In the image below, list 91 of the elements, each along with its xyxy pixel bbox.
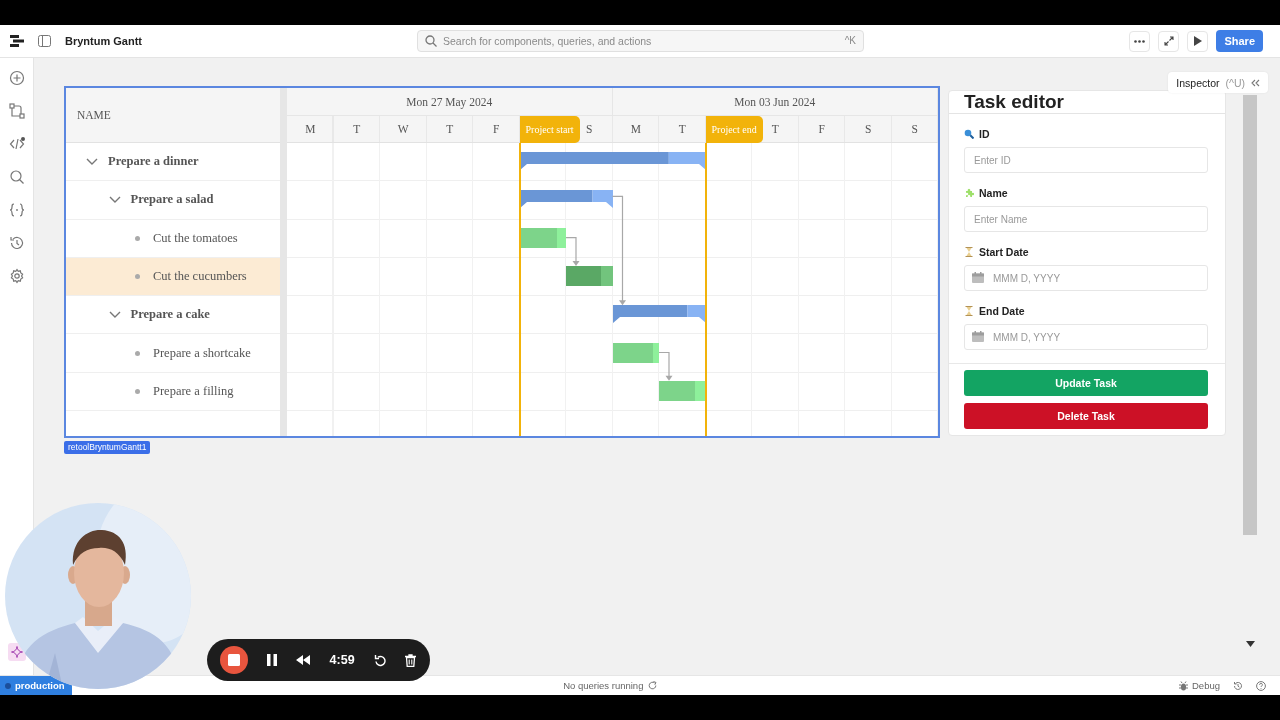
share-button[interactable]: Share (1216, 30, 1263, 52)
input-field[interactable]: Enter ID (964, 147, 1208, 173)
day-header: M (629, 122, 642, 137)
fullscreen-button[interactable] (1158, 30, 1180, 52)
rewind-icon[interactable] (296, 655, 311, 665)
stop-button[interactable] (220, 646, 248, 674)
stop-icon (228, 654, 240, 666)
chevron-down-icon[interactable] (108, 196, 121, 204)
summary-bar[interactable] (612, 305, 706, 324)
environment-badge[interactable]: production (0, 676, 72, 695)
chevron-down-icon[interactable] (108, 311, 121, 319)
more-icon (1134, 39, 1146, 43)
search-icon (964, 129, 974, 139)
hourglass-icon (964, 306, 974, 316)
task-name: Prepare a shortcake (153, 345, 251, 361)
day-header: T (445, 122, 455, 137)
task-row[interactable]: Cut the cucumbers (66, 257, 280, 297)
bullet-icon (134, 235, 140, 241)
column-header[interactable]: NAME (66, 88, 280, 143)
task-name: Cut the cucumbers (153, 269, 247, 285)
puzzle-icon (964, 188, 974, 198)
inspector-toggle[interactable]: Inspector (^U) (1168, 72, 1268, 93)
logo-icon[interactable] (10, 34, 24, 48)
bullet-icon (134, 274, 140, 280)
calendar-icon (972, 331, 984, 342)
task-name: Prepare a salad (130, 192, 214, 208)
day-header: T (352, 122, 362, 137)
preview-button[interactable] (1187, 30, 1209, 52)
scroll-down-icon[interactable] (1246, 641, 1255, 647)
chevron-down-icon[interactable] (86, 158, 98, 166)
double-chevron-left-icon (1251, 78, 1260, 87)
query-status: No queries running (563, 680, 644, 691)
bullet-icon (134, 388, 140, 394)
braces-icon[interactable] (8, 202, 25, 218)
expand-icon (1163, 36, 1174, 46)
task-name: Prepare a dinner (108, 154, 199, 170)
bullet-icon (134, 350, 140, 356)
assistant-button[interactable] (7, 643, 26, 661)
shortcut-hint: ^K (844, 35, 856, 46)
search-icon (425, 35, 437, 47)
delete-button[interactable]: Delete Task (964, 403, 1208, 429)
component-tag[interactable]: retoolBryntumGantt1 (64, 441, 151, 454)
search-icon[interactable] (8, 169, 25, 185)
day-header: F (817, 122, 826, 137)
trash-icon[interactable] (404, 653, 416, 667)
field-label: ID (979, 128, 990, 140)
date-field[interactable]: MMM D, YYYY (964, 324, 1208, 350)
recording-time: 4:59 (329, 653, 355, 667)
day-header: W (396, 122, 410, 137)
more-button[interactable] (1129, 30, 1151, 52)
dependency-arrow (658, 351, 673, 381)
field-label: End Date (979, 305, 1025, 317)
week-header: Mon 03 Jun 2024 (612, 88, 938, 115)
code-icon[interactable] (8, 136, 25, 152)
field-label: Name (979, 187, 1008, 199)
day-header: S (910, 122, 919, 137)
marker-label: Project start (519, 116, 580, 143)
input-field[interactable]: Enter Name (964, 206, 1208, 232)
task-name: Prepare a cake (130, 307, 210, 323)
workflow-icon[interactable] (8, 103, 25, 119)
task-bar[interactable] (566, 265, 613, 286)
add-icon[interactable] (8, 70, 25, 86)
calendar-icon (972, 272, 984, 283)
help-icon[interactable] (1256, 680, 1266, 691)
restart-icon[interactable] (373, 653, 386, 667)
hourglass-icon (964, 247, 974, 257)
pause-icon[interactable] (267, 654, 278, 666)
history-icon[interactable] (8, 235, 25, 251)
app-title: Bryntum Gantt (65, 35, 142, 47)
scrollbar[interactable] (1243, 95, 1257, 535)
task-name: Prepare a filling (153, 383, 234, 399)
task-name: Cut the tomatoes (153, 230, 238, 246)
sidebar-icon[interactable] (38, 35, 51, 47)
day-header: M (304, 122, 317, 137)
history-icon[interactable] (1233, 680, 1243, 691)
play-icon (1193, 36, 1202, 46)
summary-bar[interactable] (519, 152, 706, 170)
day-header: F (492, 122, 501, 137)
day-header: T (677, 122, 687, 137)
bug-icon (1179, 680, 1188, 691)
summary-bar[interactable] (519, 190, 613, 209)
week-header: Mon 27 May 2024 (287, 88, 613, 115)
day-header: S (864, 122, 873, 137)
field-label: Start Date (979, 246, 1029, 258)
marker-label: Project end (705, 116, 763, 143)
settings-icon[interactable] (8, 268, 25, 284)
sparkle-icon (10, 646, 23, 658)
debug-button[interactable]: Debug (1179, 680, 1220, 691)
refresh-icon (648, 681, 658, 690)
date-field[interactable]: MMM D, YYYY (964, 265, 1208, 291)
dependency-arrow (565, 237, 580, 266)
